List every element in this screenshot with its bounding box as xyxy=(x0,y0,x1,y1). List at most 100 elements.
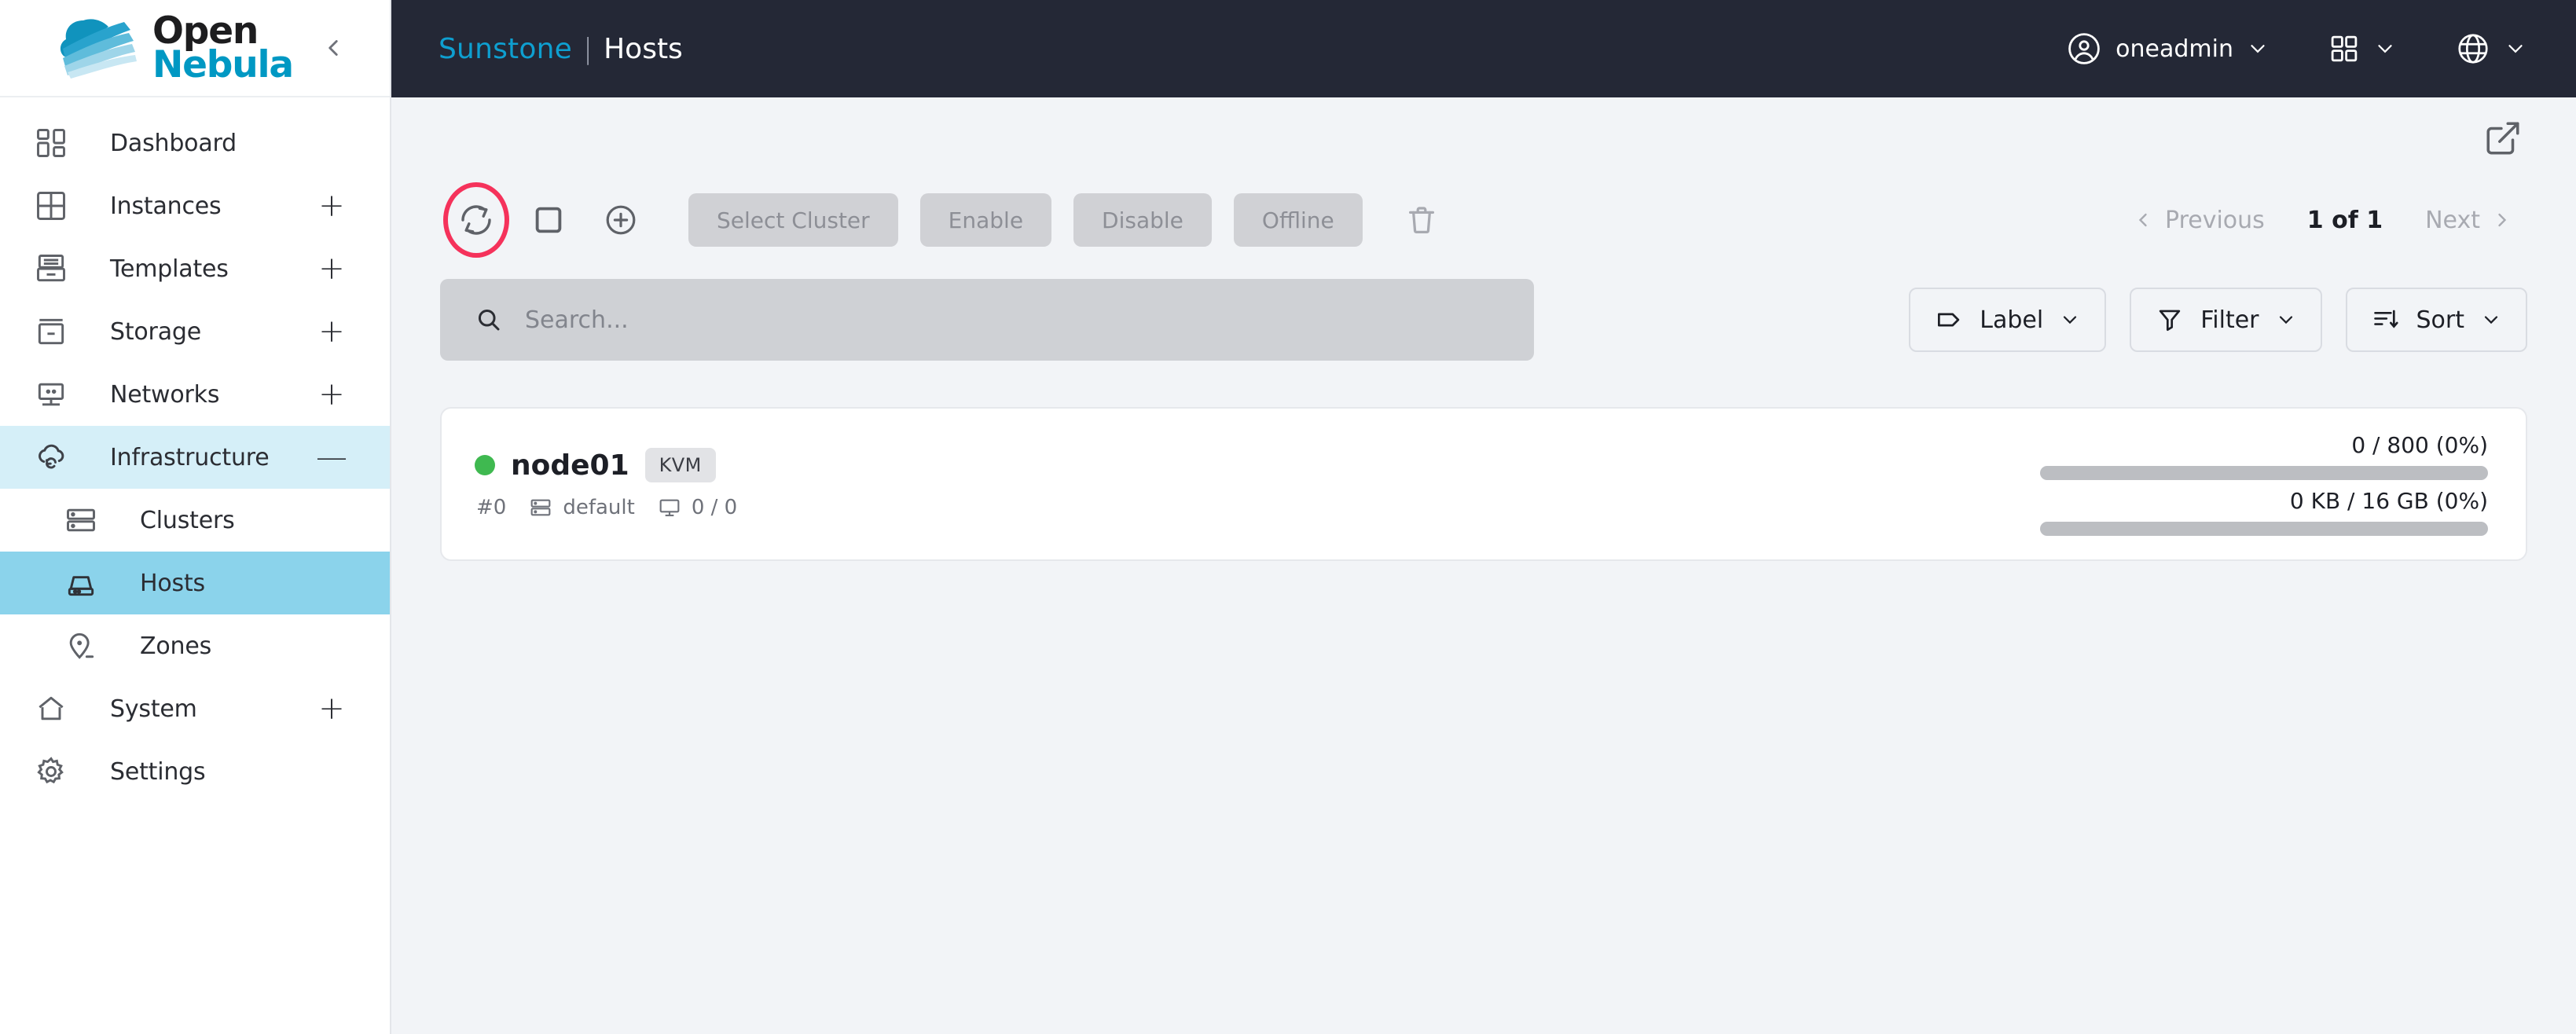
external-link-row xyxy=(440,97,2527,179)
page-title: Hosts xyxy=(604,32,683,65)
host-card[interactable]: node01 KVM #0 default 0 / 0 0 / 800 (0%)… xyxy=(440,407,2527,561)
chevron-left-icon xyxy=(2138,213,2147,227)
system-home-icon xyxy=(27,691,75,726)
select-cluster-button[interactable]: Select Cluster xyxy=(688,193,898,247)
sidebar-item-label: Infrastructure xyxy=(110,443,270,471)
sidebar-item-label: Settings xyxy=(110,757,206,786)
offline-button[interactable]: Offline xyxy=(1233,193,1363,247)
search-icon xyxy=(478,309,500,331)
sidebar-item-storage[interactable]: Storage + xyxy=(0,300,390,363)
vm-count: 0 / 0 xyxy=(691,496,738,519)
sidebar-collapse-button[interactable] xyxy=(311,26,355,70)
sidebar-item-action[interactable] xyxy=(316,127,347,159)
host-server-icon xyxy=(57,566,105,600)
sidebar-item-networks[interactable]: Networks + xyxy=(0,363,390,426)
breadcrumb-separator: | xyxy=(582,32,593,65)
funnel-icon xyxy=(2159,310,2181,332)
memory-metric: 0 KB / 16 GB (0%) xyxy=(2040,488,2488,536)
pagination: Previous 1 of 1 Next xyxy=(2121,207,2527,234)
memory-label: 0 KB / 16 GB (0%) xyxy=(2289,488,2488,514)
logo-wordmark: Open Nebula xyxy=(152,13,294,86)
sort-button[interactable]: Sort xyxy=(2345,288,2527,352)
sidebar-add-storage-button[interactable]: + xyxy=(316,316,347,347)
toolbar-icon-group xyxy=(440,182,657,258)
language-menu-button[interactable] xyxy=(2455,31,2527,67)
storage-box-icon xyxy=(27,314,75,349)
templates-drawer-icon xyxy=(27,251,75,286)
plus-circle-icon xyxy=(606,205,636,235)
sidebar-add-template-button[interactable]: + xyxy=(316,253,347,284)
sidebar-item-infrastructure[interactable]: Infrastructure — xyxy=(0,426,390,489)
hosts-list: node01 KVM #0 default 0 / 0 0 / 800 (0%)… xyxy=(440,379,2527,561)
user-menu-button[interactable]: oneadmin xyxy=(2065,30,2270,68)
sidebar-item-action xyxy=(316,630,347,662)
chevron-down-icon xyxy=(2484,316,2498,324)
clusters-rack-icon xyxy=(530,499,551,516)
refresh-button[interactable] xyxy=(440,182,512,258)
external-link-icon[interactable] xyxy=(2483,119,2523,158)
sidebar-item-label: System xyxy=(110,695,197,723)
user-circle-icon xyxy=(2068,33,2100,64)
sidebar-item-hosts[interactable]: Hosts xyxy=(0,552,390,614)
dashboard-icon xyxy=(27,126,75,160)
next-label: Next xyxy=(2425,206,2480,234)
next-page-button[interactable]: Next xyxy=(2414,207,2524,234)
sidebar-item-zones[interactable]: Zones xyxy=(0,614,390,677)
sidebar-item-system[interactable]: System + xyxy=(0,677,390,740)
sidebar-item-settings[interactable]: Settings xyxy=(0,740,390,803)
app-name: Sunstone xyxy=(439,32,572,65)
host-vms: 0 / 0 xyxy=(657,495,737,520)
select-all-checkbox[interactable] xyxy=(512,184,585,256)
sidebar-item-label: Networks xyxy=(110,380,220,409)
sidebar-menu: Dashboard Instances + Templates + Storag… xyxy=(0,97,390,1034)
sidebar-item-instances[interactable]: Instances + xyxy=(0,174,390,237)
sidebar-add-network-button[interactable]: + xyxy=(316,379,347,410)
sidebar-item-templates[interactable]: Templates + xyxy=(0,237,390,300)
search-input[interactable]: Search... xyxy=(440,279,1534,361)
add-host-button[interactable] xyxy=(585,184,657,256)
previous-page-button[interactable]: Previous xyxy=(2121,207,2276,234)
sidebar-item-action xyxy=(316,567,347,599)
header-breadcrumb: Sunstone | Hosts xyxy=(439,33,683,65)
sidebar-add-system-button[interactable]: + xyxy=(316,693,347,724)
cpu-progress-bar xyxy=(2040,466,2488,480)
cloud-sync-icon xyxy=(27,440,75,475)
grid-apps-icon xyxy=(2331,35,2358,62)
label-filter-button[interactable]: Label xyxy=(1909,288,2107,352)
cpu-metric: 0 / 800 (0%) xyxy=(2040,432,2488,480)
apps-menu-button[interactable] xyxy=(2328,32,2397,65)
sidebar-item-clusters[interactable]: Clusters xyxy=(0,489,390,552)
zone-pin-icon xyxy=(57,629,105,663)
sidebar-item-dashboard[interactable]: Dashboard xyxy=(0,112,390,174)
top-header-bar: Sunstone | Hosts oneadmin xyxy=(391,0,2576,97)
networks-monitor-icon xyxy=(27,377,75,412)
status-badge xyxy=(475,455,495,475)
host-name: node01 xyxy=(511,449,629,482)
previous-label: Previous xyxy=(2165,206,2265,234)
main-area: Sunstone | Hosts oneadmin Select Cluster… xyxy=(391,0,2576,1034)
checkbox-empty-icon xyxy=(535,207,562,233)
host-id: #0 xyxy=(476,496,507,519)
refresh-icon xyxy=(461,205,491,235)
host-metrics: 0 / 800 (0%) 0 KB / 16 GB (0%) xyxy=(2040,432,2488,536)
filter-button[interactable]: Filter xyxy=(2130,288,2322,352)
sidebar-add-instance-button[interactable]: + xyxy=(316,190,347,222)
chevron-down-icon xyxy=(2064,316,2077,324)
sidebar-item-action xyxy=(316,756,347,787)
action-toolbar: Select Cluster Enable Disable Offline Pr… xyxy=(440,179,2527,261)
enable-button[interactable]: Enable xyxy=(919,193,1052,247)
sidebar-item-label: Instances xyxy=(110,192,222,220)
disable-button[interactable]: Disable xyxy=(1073,193,1212,247)
chevron-down-icon xyxy=(2508,45,2523,53)
host-meta-row: #0 default 0 / 0 xyxy=(475,495,748,520)
chevron-right-icon xyxy=(2498,213,2507,227)
chevron-left-icon xyxy=(328,40,338,56)
sidebar-item-label: Templates xyxy=(110,255,229,283)
sidebar-collapse-infrastructure-button[interactable]: — xyxy=(316,442,347,473)
app-root: Open Nebula Dashboard Instances + Templa… xyxy=(0,0,2576,1034)
clusters-rack-icon xyxy=(57,503,105,537)
logo-nebula-text: Nebula xyxy=(152,43,294,86)
delete-button[interactable] xyxy=(1388,186,1455,254)
chevron-down-icon xyxy=(2279,316,2292,324)
monitor-icon xyxy=(659,499,680,517)
